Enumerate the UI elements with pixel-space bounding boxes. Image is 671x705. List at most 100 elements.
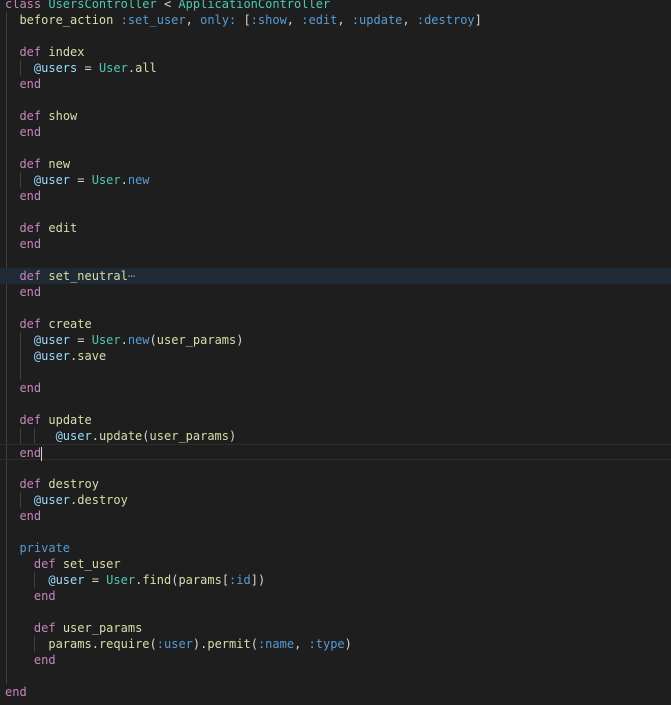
code-line[interactable]: def new	[0, 156, 671, 172]
code-token: User	[91, 333, 121, 347]
code-line[interactable]: end	[0, 444, 671, 461]
code-line[interactable]: end	[0, 380, 671, 396]
code-token: (	[149, 333, 157, 347]
code-token: edit	[48, 221, 78, 235]
code-token: class	[5, 0, 42, 11]
code-line[interactable]	[0, 524, 671, 540]
code-line[interactable]: end	[0, 684, 671, 700]
code-line[interactable]	[0, 668, 671, 684]
code-token: save	[77, 349, 107, 363]
code-token: def	[19, 269, 42, 283]
code-line[interactable]: end	[0, 76, 671, 92]
code-editor[interactable]: class UsersController < ApplicationContr…	[0, 0, 671, 705]
code-line[interactable]: end	[0, 588, 671, 604]
code-token: destroy	[77, 493, 128, 507]
code-line[interactable]: @user.destroy	[0, 492, 671, 508]
code-line[interactable]	[0, 140, 671, 156]
code-line[interactable]: def edit	[0, 220, 671, 236]
code-token: set_neutral	[48, 269, 128, 283]
code-token: end	[5, 685, 27, 699]
code-line[interactable]	[0, 252, 671, 268]
code-line[interactable]: end	[0, 188, 671, 204]
code-line[interactable]: before_action :set_user, only: [:show, :…	[0, 12, 671, 28]
code-line[interactable]	[0, 364, 671, 380]
code-token: @users	[33, 61, 78, 75]
code-line[interactable]: def destroy	[0, 476, 671, 492]
code-token: ]	[474, 13, 482, 27]
code-line[interactable]: end	[0, 284, 671, 300]
code-token: (	[142, 429, 150, 443]
code-token: ApplicationController	[178, 0, 331, 11]
code-token: end	[33, 653, 56, 667]
code-line[interactable]: @users = User.all	[0, 60, 671, 76]
code-line[interactable]	[0, 396, 671, 412]
code-token: def	[19, 317, 42, 331]
code-line[interactable]: @user = User.new	[0, 172, 671, 188]
code-token: permit	[207, 637, 251, 651]
code-token: destroy	[48, 477, 99, 491]
fold-ellipsis-icon[interactable]: ⋯	[128, 269, 135, 283]
code-token: new	[127, 173, 150, 187]
code-token: ,	[185, 13, 201, 27]
code-line[interactable]: params.require(:user).permit(:name, :typ…	[0, 636, 671, 652]
code-token: end	[19, 285, 42, 299]
text-cursor	[41, 446, 43, 461]
code-line[interactable]: private	[0, 540, 671, 556]
code-line[interactable]: @user.save	[0, 348, 671, 364]
code-token: end	[19, 381, 42, 395]
code-token: end	[19, 189, 42, 203]
code-token: User	[98, 61, 128, 75]
code-line[interactable]	[0, 460, 671, 476]
code-token: )	[236, 333, 244, 347]
code-token: <	[156, 0, 179, 11]
code-line[interactable]	[0, 28, 671, 44]
code-token: before_action	[5, 13, 114, 27]
code-line[interactable]: def set_user	[0, 556, 671, 572]
code-line[interactable]: @user.update(user_params)	[0, 428, 671, 444]
code-line[interactable]: def index	[0, 44, 671, 60]
code-line[interactable]	[0, 300, 671, 316]
code-token: @user	[33, 349, 71, 363]
code-line[interactable]: end	[0, 124, 671, 140]
code-line[interactable]: @user = User.new(user_params)	[0, 332, 671, 348]
code-line[interactable]: @user = User.find(params[:id])	[0, 572, 671, 588]
code-line[interactable]: def user_params	[0, 620, 671, 636]
code-token: :user	[156, 637, 193, 651]
code-token: =	[70, 333, 92, 347]
code-line[interactable]: end	[0, 508, 671, 524]
code-token: ).	[192, 637, 208, 651]
code-token: :edit	[301, 13, 338, 27]
code-token: :name	[257, 637, 295, 651]
code-line[interactable]: def set_neutral⋯	[0, 268, 671, 284]
code-line[interactable]: class UsersController < ApplicationContr…	[0, 0, 671, 12]
code-line[interactable]: end	[0, 236, 671, 252]
code-line[interactable]: def create	[0, 316, 671, 332]
code-token: User	[106, 573, 136, 587]
code-token: :destroy	[416, 13, 475, 27]
code-line[interactable]	[0, 92, 671, 108]
code-line[interactable]	[0, 604, 671, 620]
code-line[interactable]: end	[0, 652, 671, 668]
code-line[interactable]: def show	[0, 108, 671, 124]
code-token: :type	[308, 637, 345, 651]
code-line[interactable]: def update	[0, 412, 671, 428]
code-token: index	[48, 45, 85, 59]
code-line[interactable]	[0, 204, 671, 220]
